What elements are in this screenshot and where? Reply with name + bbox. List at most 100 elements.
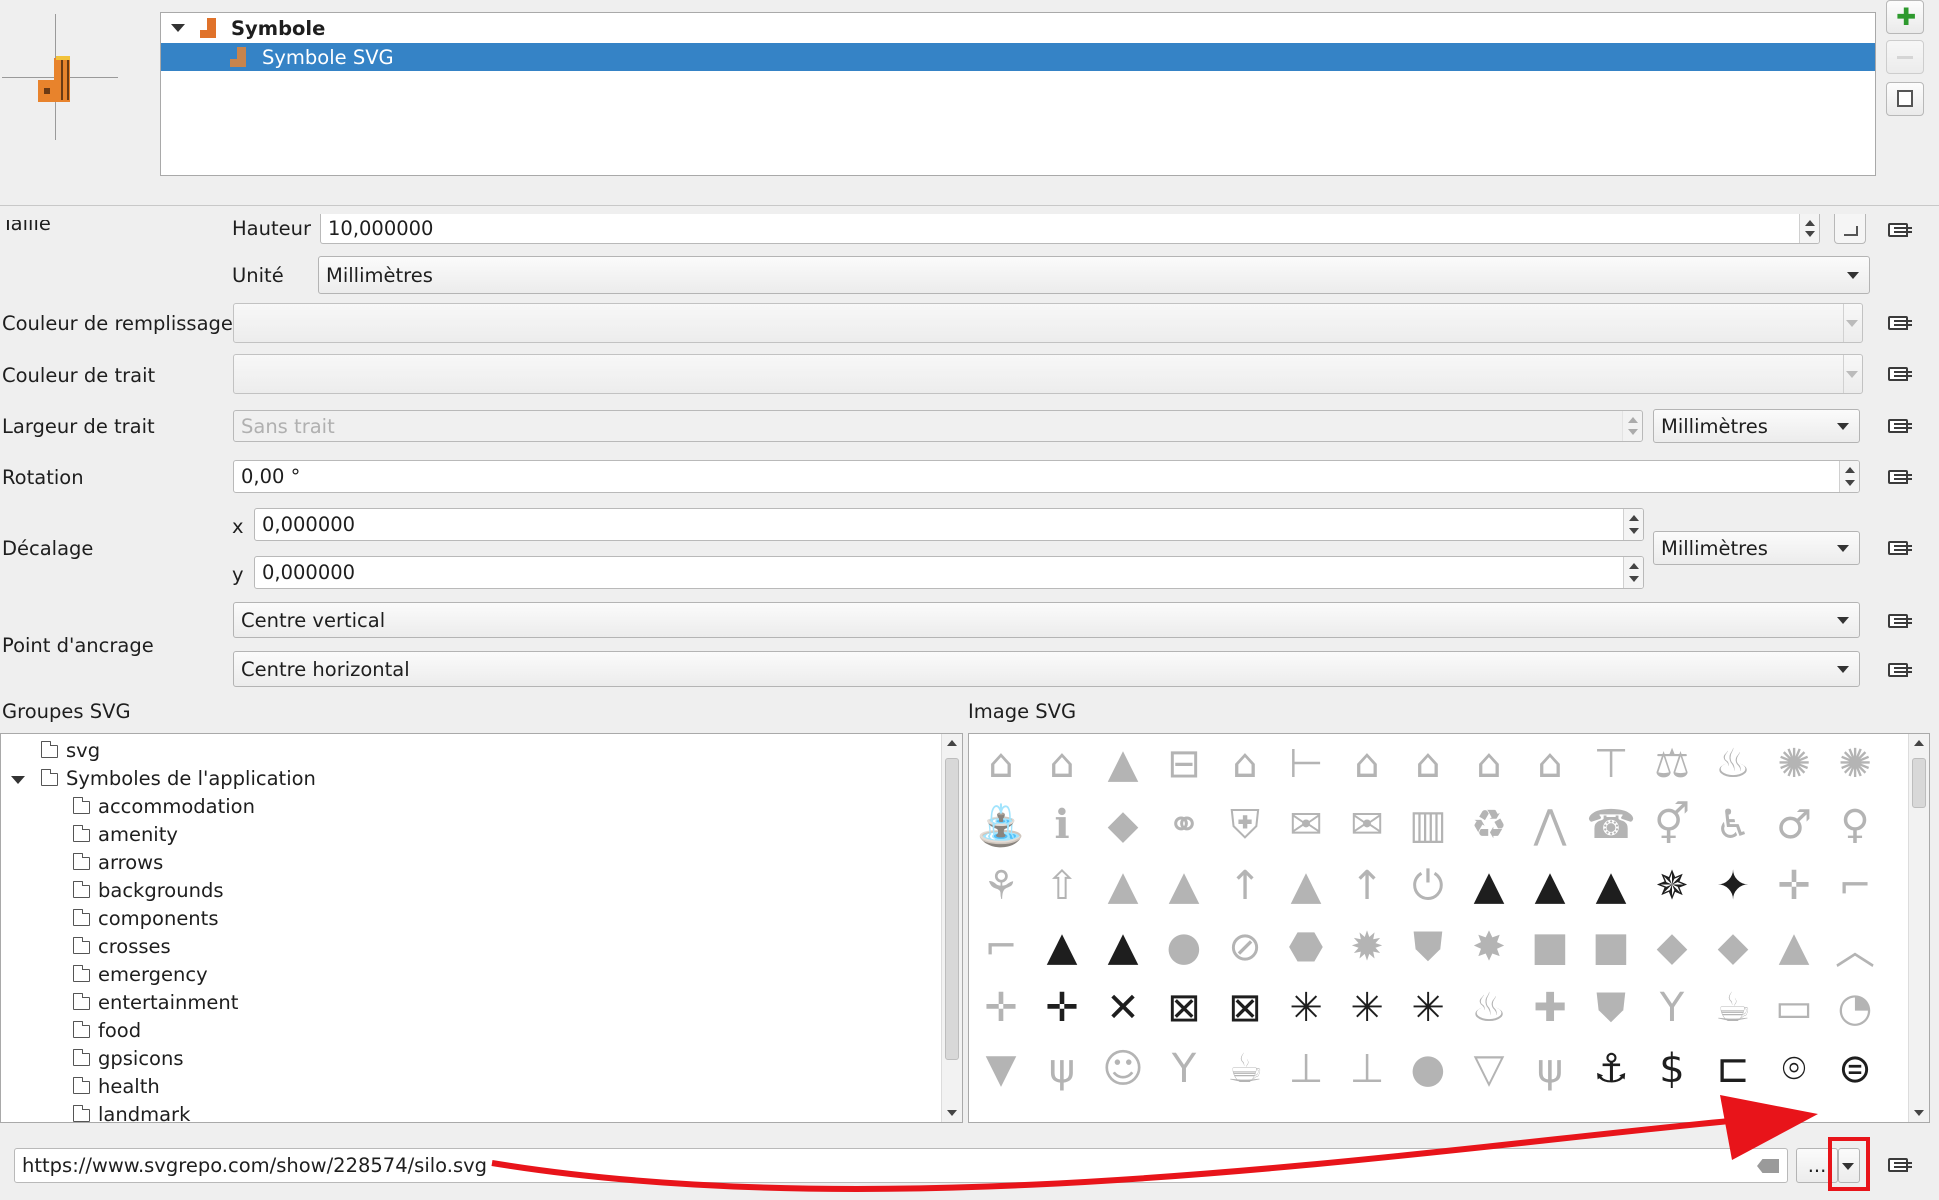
offset-x-input[interactable]: 0,000000 xyxy=(254,508,1644,541)
svg-image-item[interactable]: ♂ xyxy=(1764,795,1824,855)
svg-image-item[interactable]: ▲ xyxy=(1520,856,1580,916)
svg-image-item[interactable]: ⊥ xyxy=(1337,1039,1397,1099)
svg-image-grid[interactable]: ⌂ ⌂ ▲ ⊟ ⌂ ⊢ ⌂ ⌂ ⌂ ⌂ ⊤ ⚖ ♨ ✺ ✺ ⛲ ℹ ◆ ⚭ ⛨ ✉ ✉ ▥ ♻ ⋀ ☎ ⚥ ♿ ♂ ♀ ⚘ ⇧ ▲ ▲ ↑ ▲ ↑ ⏻ ▲ ▲… xyxy=(968,733,1930,1123)
svg-image-item[interactable]: ⏻ xyxy=(1398,856,1458,916)
svg-image-item[interactable]: ● xyxy=(1154,917,1214,977)
svg-image-item[interactable]: ⌂ xyxy=(971,734,1031,794)
svg-group-item[interactable]: components xyxy=(73,908,218,930)
svg-image-item[interactable]: ⋀ xyxy=(1520,795,1580,855)
data-defined-override-icon[interactable] xyxy=(1888,609,1912,633)
svg-group-item[interactable]: health xyxy=(73,1076,160,1098)
svg-image-item[interactable]: ψ xyxy=(1032,1039,1092,1099)
svg-image-item[interactable]: ▼ xyxy=(971,1039,1031,1099)
svg-group-item[interactable]: accommodation xyxy=(73,796,255,818)
svg-image-item[interactable]: ● xyxy=(1398,1039,1458,1099)
svg-image-item[interactable]: ↑ xyxy=(1215,856,1275,916)
svg-image-item[interactable]: ✛ xyxy=(1032,978,1092,1038)
svg-image-item[interactable]: ✛ xyxy=(1764,856,1824,916)
svg-groups-scrollbar[interactable] xyxy=(941,734,962,1122)
svg-image-item[interactable]: ♿ xyxy=(1703,795,1763,855)
svg-image-item[interactable]: ⊜ xyxy=(1825,1039,1885,1099)
remove-layer-button[interactable] xyxy=(1886,40,1924,74)
offset-x-spinner[interactable] xyxy=(1623,509,1643,540)
svg-image-item[interactable]: ⌂ xyxy=(1032,734,1092,794)
data-defined-override-icon[interactable] xyxy=(1888,414,1912,438)
svg-group-item[interactable]: landmark xyxy=(73,1104,190,1122)
svg-image-item[interactable]: ♨ xyxy=(1703,734,1763,794)
offset-y-spinner[interactable] xyxy=(1623,557,1643,588)
svg-image-item[interactable]: ✳ xyxy=(1398,978,1458,1038)
anchor-horizontal-select[interactable]: Centre horizontal xyxy=(233,651,1860,687)
svg-image-item[interactable]: ◔ xyxy=(1825,978,1885,1038)
svg-image-item[interactable]: ⌂ xyxy=(1459,734,1519,794)
svg-image-item[interactable]: ⊢ xyxy=(1276,734,1336,794)
anchor-vertical-select[interactable]: Centre vertical xyxy=(233,602,1860,638)
svg-image-item[interactable]: ✦ xyxy=(1703,856,1763,916)
svg-image-item[interactable]: ⊥ xyxy=(1276,1039,1336,1099)
symbol-root-row[interactable]: Symbole xyxy=(161,15,1875,41)
svg-image-item[interactable]: ⛨ xyxy=(1215,795,1275,855)
svg-image-item[interactable]: ℹ xyxy=(1032,795,1092,855)
unite-select[interactable]: Millimètres xyxy=(318,256,1870,294)
data-defined-override-icon[interactable] xyxy=(1888,536,1912,560)
svg-image-item[interactable]: ♀ xyxy=(1825,795,1885,855)
svg-image-item[interactable]: Y xyxy=(1642,978,1702,1038)
svg-image-item[interactable]: ◆ xyxy=(1703,917,1763,977)
svg-image-item[interactable]: ⚥ xyxy=(1642,795,1702,855)
svg-image-item[interactable]: ▲ xyxy=(1093,856,1153,916)
svg-image-item[interactable]: ✉ xyxy=(1337,795,1397,855)
svg-group-item[interactable]: crosses xyxy=(73,936,171,958)
svg-image-item[interactable]: ▭ xyxy=(1764,978,1824,1038)
svg-image-item[interactable]: ⛊ xyxy=(1581,978,1641,1038)
svg-group-item[interactable]: Symboles de l'application xyxy=(11,768,316,790)
add-layer-button[interactable]: ✚ xyxy=(1886,0,1924,34)
svg-image-item[interactable]: ⌐ xyxy=(1825,856,1885,916)
svg-image-item[interactable]: ■ xyxy=(1581,917,1641,977)
svg-image-item[interactable]: ⌂ xyxy=(1337,734,1397,794)
svg-image-item[interactable]: ☺ xyxy=(1093,1039,1153,1099)
svg-image-item[interactable]: ■ xyxy=(1520,917,1580,977)
svg-image-item[interactable]: ⚖ xyxy=(1642,734,1702,794)
svg-image-item[interactable]: ⌂ xyxy=(1520,734,1580,794)
svg-image-item[interactable]: ✳ xyxy=(1276,978,1336,1038)
offset-y-input[interactable]: 0,000000 xyxy=(254,556,1644,589)
svg-image-item[interactable]: ◆ xyxy=(1642,917,1702,977)
svg-image-item[interactable]: ⊠ xyxy=(1215,978,1275,1038)
svg-image-item[interactable]: ⇧ xyxy=(1032,856,1092,916)
rotation-input[interactable]: 0,00 ° xyxy=(233,460,1860,493)
svg-image-item[interactable]: ⚘ xyxy=(971,856,1031,916)
svg-image-item[interactable]: ✵ xyxy=(1642,856,1702,916)
svg-image-item[interactable]: ⊏ xyxy=(1703,1039,1763,1099)
data-defined-override-icon[interactable] xyxy=(1888,362,1912,386)
svg-image-item[interactable]: ⛊ xyxy=(1398,917,1458,977)
svg-image-item[interactable]: ↑ xyxy=(1337,856,1397,916)
duplicate-layer-button[interactable] xyxy=(1886,82,1924,116)
svg-image-item[interactable]: ✚ xyxy=(1520,978,1580,1038)
svg-image-item[interactable]: ♨ xyxy=(1459,978,1519,1038)
expand-arrow-icon[interactable] xyxy=(11,776,25,784)
stroke-width-spinner[interactable] xyxy=(1622,411,1642,441)
svg-group-item[interactable]: emergency xyxy=(73,964,208,986)
svg-image-item[interactable]: ⚭ xyxy=(1154,795,1214,855)
offset-unit-select[interactable]: Millimètres xyxy=(1653,531,1860,565)
fill-color-button[interactable] xyxy=(233,303,1863,343)
svg-image-item[interactable]: ⊠ xyxy=(1154,978,1214,1038)
svg-image-item[interactable]: ✉ xyxy=(1276,795,1336,855)
svg-image-item[interactable]: ▲ xyxy=(1459,856,1519,916)
svg-image-item[interactable]: ⌂ xyxy=(1215,734,1275,794)
lock-ratio-button[interactable] xyxy=(1834,214,1866,244)
svg-image-item[interactable]: ✹ xyxy=(1337,917,1397,977)
svg-image-item[interactable]: ⚓ xyxy=(1581,1039,1641,1099)
svg-image-item[interactable]: ▲ xyxy=(1764,917,1824,977)
stroke-color-button[interactable] xyxy=(233,354,1863,394)
svg-image-item[interactable]: ⌐ xyxy=(971,917,1031,977)
svg-image-item[interactable]: ⊤ xyxy=(1581,734,1641,794)
svg-group-item[interactable]: food xyxy=(73,1020,141,1042)
stroke-width-unit-select[interactable]: Millimètres xyxy=(1653,409,1860,443)
svg-image-item[interactable]: ⌾ xyxy=(1764,1039,1824,1099)
svg-image-item[interactable]: ☕ xyxy=(1703,978,1763,1038)
symbol-layer-tree[interactable]: Symbole Symbole SVG xyxy=(160,12,1876,176)
svg-path-input[interactable]: https://www.svgrepo.com/show/228574/silo… xyxy=(14,1148,1788,1183)
clear-text-icon[interactable] xyxy=(1757,1159,1779,1173)
svg-image-item[interactable]: ︿ xyxy=(1825,917,1885,977)
